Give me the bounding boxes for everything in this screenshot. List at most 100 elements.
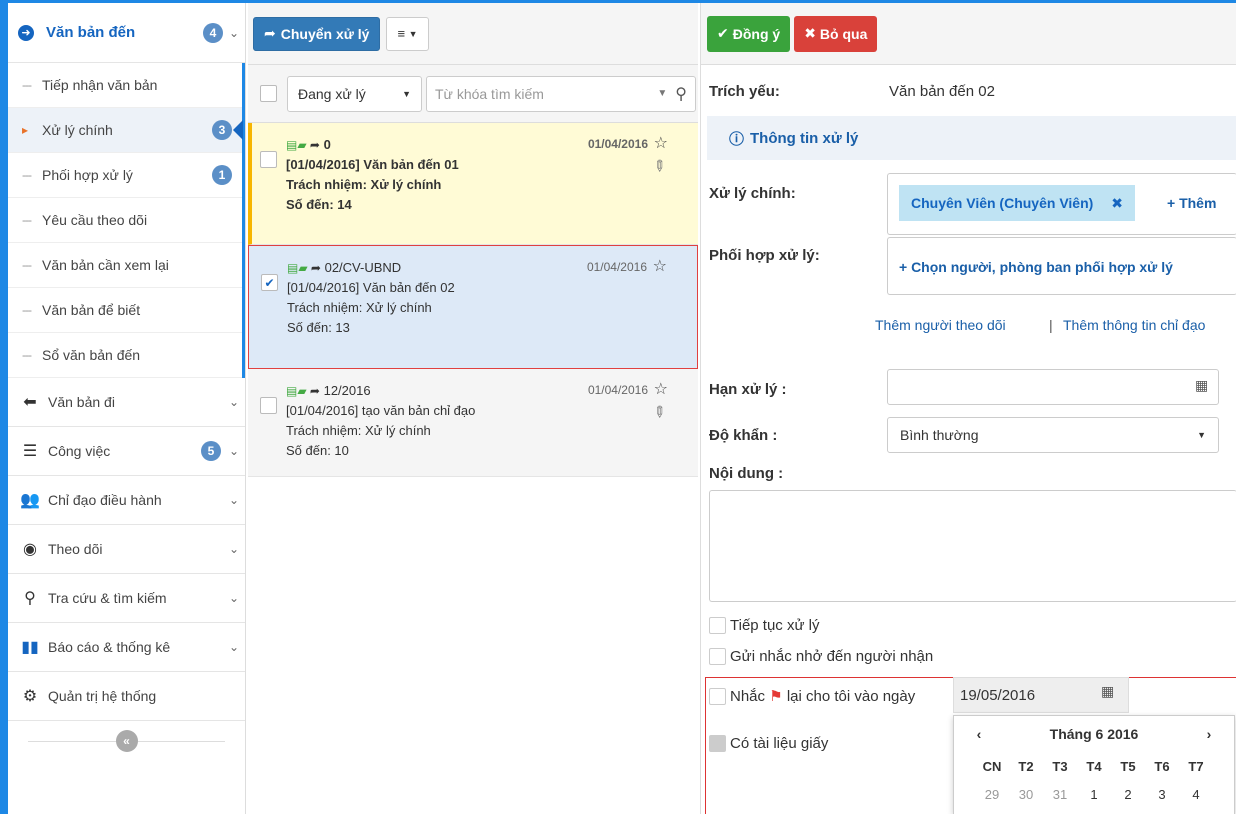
collapse-sidebar-button[interactable]: « bbox=[115, 730, 138, 752]
paper-checkbox[interactable] bbox=[709, 735, 726, 752]
item-count: Số đến: 14 bbox=[286, 197, 352, 212]
forward-button[interactable]: ➦ Chuyển xử lý bbox=[253, 16, 381, 51]
calendar-day[interactable]: 2 bbox=[1111, 780, 1145, 808]
list-item[interactable]: ▤▰ ➦ 0 01/04/2016 ☆ ✎ [01/04/2016] Văn b… bbox=[248, 123, 698, 245]
content-textarea[interactable] bbox=[709, 490, 1236, 602]
select-all-checkbox[interactable] bbox=[260, 85, 277, 102]
urgency-value: Bình thường bbox=[900, 427, 979, 443]
item-count: Số đến: 10 bbox=[286, 443, 349, 458]
star-icon[interactable]: ☆ bbox=[653, 256, 667, 276]
menu-label: Quản trị hệ thống bbox=[48, 688, 157, 704]
choose-coordinator-link[interactable]: + Chọn người, phòng ban phối hợp xử lý bbox=[899, 259, 1173, 275]
list-item-selected[interactable]: ✔ ▤▰ ➦ 02/CV-UBND 01/04/2016 ☆ [01/04/20… bbox=[248, 245, 698, 369]
sidebar-item-register[interactable]: --- Sổ văn bản đến bbox=[8, 333, 242, 378]
menu-label: Theo dõi bbox=[48, 541, 103, 557]
sidebar-item-label: Sổ văn bản đến bbox=[42, 347, 141, 363]
users-icon: 👥 bbox=[20, 492, 40, 509]
list-icon: ≡ bbox=[397, 26, 406, 41]
calendar-day[interactable]: 1 bbox=[1077, 780, 1111, 808]
sidebar-menu-search[interactable]: ⚲ Tra cứu & tìm kiếm ⌄ bbox=[8, 574, 245, 623]
notify-label: Gửi nhắc nhở đến người nhận bbox=[730, 648, 934, 665]
sidebar-item-main-processing[interactable]: ▸ Xử lý chính 3 bbox=[8, 108, 243, 153]
calendar-day[interactable]: 29 bbox=[975, 780, 1009, 808]
caret-down-icon[interactable]: ▼ bbox=[657, 88, 667, 99]
sidebar-menu-reports[interactable]: ▮▮ Báo cáo & thống kê ⌄ bbox=[8, 623, 245, 672]
sidebar-item-for-info[interactable]: --- Văn bản để biết bbox=[8, 288, 242, 333]
status-select[interactable]: Đang xử lý ▼ bbox=[287, 75, 422, 112]
bar-chart-icon: ▮▮ bbox=[21, 639, 39, 656]
star-icon[interactable]: ☆ bbox=[654, 379, 668, 399]
calendar-month-title[interactable]: Tháng 6 2016 bbox=[1004, 726, 1184, 742]
item-number: 12/2016 bbox=[323, 383, 371, 398]
close-icon: ✖ bbox=[804, 25, 816, 41]
continue-checkbox[interactable] bbox=[709, 617, 726, 634]
caret-down-icon: ▼ bbox=[1197, 430, 1206, 440]
sidebar-menu-direction[interactable]: 👥 Chỉ đạo điều hành ⌄ bbox=[8, 476, 245, 525]
accept-button[interactable]: ✔ Đồng ý bbox=[707, 15, 791, 52]
sidebar-item-label: Văn bản cần xem lại bbox=[42, 257, 169, 273]
check-icon: ✔ bbox=[717, 25, 729, 41]
sidebar-menu-tasks[interactable]: ☰ Công việc 5 ⌄ bbox=[8, 427, 245, 476]
calendar-icon[interactable]: ▦ bbox=[1101, 683, 1114, 700]
calendar-day[interactable]: 3 bbox=[1145, 780, 1179, 808]
document-list-panel: ➦ Chuyển xử lý ≡ ▼ Đang xử lý ▼ Từ khóa tì… bbox=[248, 3, 698, 814]
summary-value: Văn bản đến 02 bbox=[889, 83, 995, 100]
list-menu-button[interactable]: ≡ ▼ bbox=[386, 16, 429, 51]
tasks-icon: ☰ bbox=[22, 443, 38, 460]
continue-processing-row[interactable]: Tiếp tục xử lý bbox=[709, 617, 820, 634]
deadline-input[interactable] bbox=[887, 369, 1219, 405]
search-input[interactable]: Từ khóa tìm kiếm ▼ ⚲ bbox=[426, 75, 696, 112]
urgency-select[interactable]: Bình thường ▼ bbox=[887, 417, 1219, 453]
add-follower-link[interactable]: Thêm người theo dõi bbox=[875, 317, 1006, 333]
star-icon[interactable]: ☆ bbox=[654, 133, 668, 153]
reminder-date-value: 19/05/2016 bbox=[960, 686, 1036, 704]
sidebar-header-label: Văn bản đến bbox=[46, 24, 136, 41]
sidebar-menu-admin[interactable]: ⚙ Quản trị hệ thống bbox=[8, 672, 245, 721]
sidebar-item-follow-request[interactable]: --- Yêu cầu theo dõi bbox=[8, 198, 242, 243]
calendar-day[interactable]: 31 bbox=[1043, 780, 1077, 808]
search-icon: ⚲ bbox=[24, 590, 36, 607]
reminder-checkbox[interactable] bbox=[709, 687, 726, 705]
sidebar-item-receive[interactable]: --- Tiếp nhận văn bản bbox=[8, 63, 242, 108]
notify-checkbox[interactable] bbox=[709, 648, 726, 665]
next-month-button[interactable]: › bbox=[1184, 726, 1234, 742]
sidebar-item-coordinate[interactable]: --- Phối hợp xử lý 1 bbox=[8, 153, 242, 198]
sidebar-header-incoming[interactable]: ➜ Văn bản đến 4 ⌄ bbox=[8, 3, 245, 63]
main-processor-label: Xử lý chính: bbox=[709, 185, 796, 202]
reminder-post-label: lại cho tôi vào ngày bbox=[786, 687, 916, 705]
tree-dash-icon: --- bbox=[22, 168, 32, 182]
item-title: [01/04/2016] tạo văn bản chỉ đạo bbox=[286, 403, 476, 418]
chevron-down-icon: ⌄ bbox=[228, 395, 240, 409]
skip-button[interactable]: ✖ Bỏ qua bbox=[794, 15, 878, 52]
add-direction-link[interactable]: Thêm thông tin chỉ đạo bbox=[1063, 317, 1205, 333]
incoming-count-badge: 4 bbox=[203, 22, 223, 43]
chevron-down-icon: ⌄ bbox=[228, 444, 240, 458]
reminder-row[interactable]: Nhắc ⚑ lại cho tôi vào ngày bbox=[709, 687, 915, 705]
tasks-badge: 5 bbox=[201, 441, 221, 461]
forward-button-label: Chuyển xử lý bbox=[280, 25, 370, 42]
sidebar-menu-outgoing[interactable]: ⬅ Văn bản đi ⌄ bbox=[8, 378, 245, 427]
continue-label: Tiếp tục xử lý bbox=[730, 617, 820, 634]
paper-document-row[interactable]: Có tài liệu giấy bbox=[709, 735, 828, 752]
prev-month-button[interactable]: ‹ bbox=[954, 726, 1004, 742]
calendar-day[interactable]: 4 bbox=[1179, 780, 1213, 808]
document-icons: ▤▰ ➦ bbox=[286, 384, 320, 398]
item-checkbox[interactable] bbox=[260, 397, 277, 414]
item-checkbox-checked[interactable]: ✔ bbox=[261, 274, 278, 291]
deadline-label: Hạn xử lý : bbox=[709, 381, 787, 398]
calendar-icon[interactable]: ▦ bbox=[1195, 377, 1208, 394]
remove-chip-icon[interactable]: ✖ bbox=[1111, 195, 1123, 212]
search-icon[interactable]: ⚲ bbox=[675, 84, 687, 104]
weekday-header: T5 bbox=[1120, 758, 1136, 774]
list-item[interactable]: ▤▰ ➦ 12/2016 01/04/2016 ☆ ✎ [01/04/2016]… bbox=[248, 369, 698, 477]
add-processor-link[interactable]: + Thêm bbox=[1167, 195, 1216, 211]
sidebar-item-review[interactable]: --- Văn bản cần xem lại bbox=[8, 243, 242, 288]
sidebar-item-label: Tiếp nhận văn bản bbox=[42, 77, 158, 93]
chevron-down-icon[interactable]: ⌄ bbox=[223, 26, 245, 40]
notify-recipient-row[interactable]: Gửi nhắc nhở đến người nhận bbox=[709, 648, 933, 665]
eye-icon: ◉ bbox=[23, 541, 37, 558]
item-checkbox[interactable] bbox=[260, 151, 277, 168]
skip-button-label: Bỏ qua bbox=[819, 25, 868, 42]
sidebar-menu-follow[interactable]: ◉ Theo dõi ⌄ bbox=[8, 525, 245, 574]
calendar-day[interactable]: 30 bbox=[1009, 780, 1043, 808]
